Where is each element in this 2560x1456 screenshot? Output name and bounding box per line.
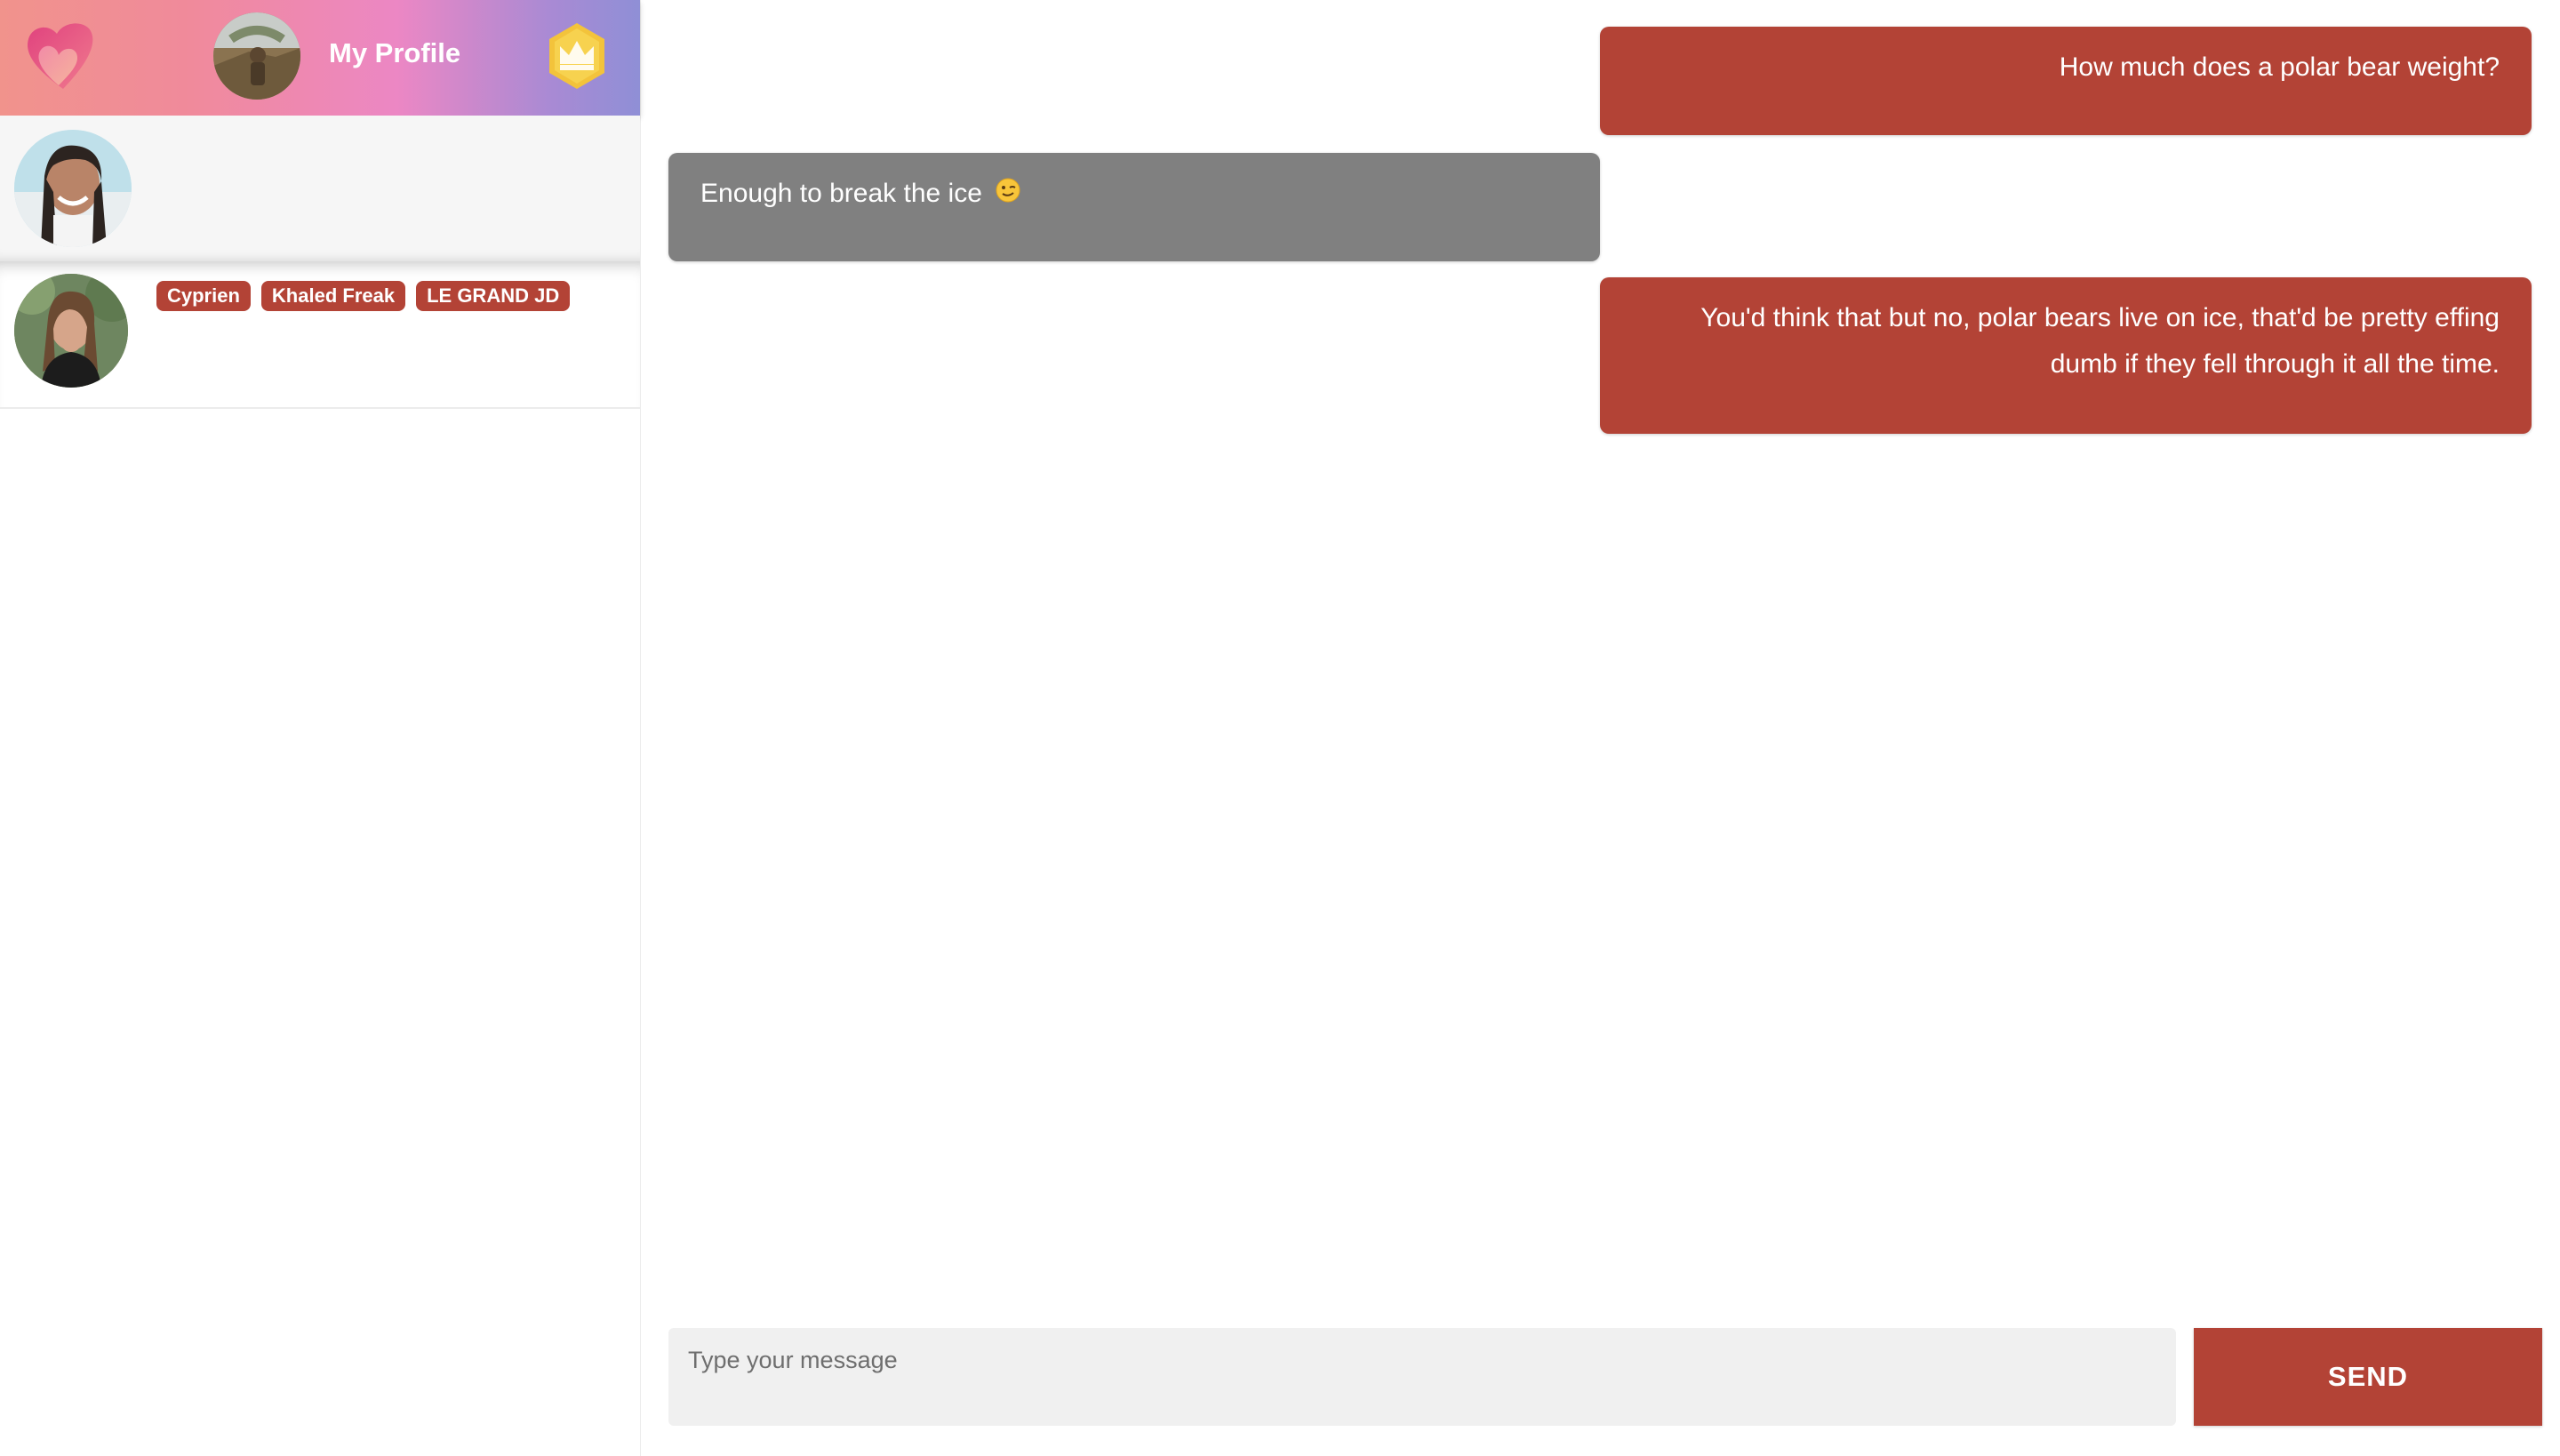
message-text: How much does a polar bear weight?: [2059, 52, 2500, 82]
chat-panel: How much does a polar bear weight? Enoug…: [640, 0, 2560, 1456]
conversation-tags: Cyprien Khaled Freak LE GRAND JD: [156, 281, 571, 311]
tag-le-grand-jd: LE GRAND JD: [416, 281, 571, 311]
conversation-item[interactable]: Cyprien Khaled Freak LE GRAND JD: [0, 261, 640, 409]
winking-face-emoji: [996, 178, 1020, 203]
tag-khaled-freak: Khaled Freak: [260, 281, 406, 311]
my-profile-avatar[interactable]: [213, 12, 300, 100]
crown-icon[interactable]: [546, 21, 608, 91]
profile-header: My Profile: [0, 0, 640, 116]
tag-cyprien: Cyprien: [156, 281, 251, 311]
avatar: [14, 130, 132, 247]
my-profile-link[interactable]: My Profile: [329, 36, 460, 71]
message-sent: How much does a polar bear weight?: [1600, 27, 2532, 135]
message-received: Enough to break the ice: [668, 153, 1600, 261]
message-text: You'd think that but no, polar bears liv…: [1700, 303, 2500, 379]
match-avatar: [14, 130, 132, 247]
message-input[interactable]: [668, 1328, 2176, 1426]
message-sent: You'd think that but no, polar bears liv…: [1600, 277, 2532, 434]
send-button[interactable]: SEND: [2194, 1328, 2542, 1426]
chat-app: My Profile Cyprien Khaled Freak LE GRAND…: [0, 0, 2560, 1456]
match-item[interactable]: [0, 116, 640, 261]
heart-logo-icon[interactable]: [23, 18, 103, 94]
avatar: [213, 12, 300, 100]
avatar: [14, 274, 128, 388]
conversation-avatar: [14, 274, 128, 388]
message-text: Enough to break the ice: [700, 179, 982, 208]
sidebar: My Profile Cyprien Khaled Freak LE GRAND…: [0, 0, 641, 1456]
